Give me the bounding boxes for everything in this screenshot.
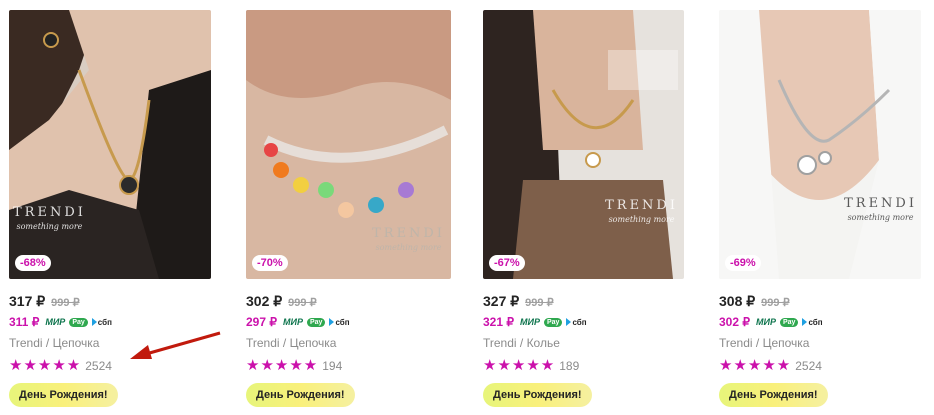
promo-badge[interactable]: День Рождения! xyxy=(719,383,828,407)
discount-badge: -68% xyxy=(15,255,51,271)
product-image xyxy=(719,10,921,279)
brand-watermark: TRENDI something more xyxy=(13,205,86,231)
product-image xyxy=(9,10,211,279)
product-card[interactable]: TRENDI something more -69% 308 ₽ 999 ₽ 3… xyxy=(719,10,921,407)
discount-badge: -69% xyxy=(725,255,761,271)
sbp-logo-icon: сбп xyxy=(91,318,112,327)
pay-logo-icon: Pay xyxy=(69,317,88,327)
wallet-price: 311 ₽ xyxy=(9,315,40,329)
sbp-logo-icon: сбп xyxy=(802,318,823,327)
review-count: 189 xyxy=(559,359,580,373)
star-rating-icon: ★★★★★ xyxy=(246,357,319,374)
price-row: 317 ₽ 999 ₽ xyxy=(9,293,211,309)
price: 302 ₽ xyxy=(246,293,283,309)
product-photo[interactable]: TRENDI something more -67% xyxy=(483,10,684,279)
price-row: 327 ₽ 999 ₽ xyxy=(483,293,684,309)
product-card[interactable]: TRENDI something more -70% 302 ₽ 999 ₽ 2… xyxy=(246,10,451,407)
old-price: 999 ₽ xyxy=(525,297,554,309)
mir-logo-icon: МИР xyxy=(45,317,66,327)
mir-logo-icon: МИР xyxy=(520,317,540,327)
product-card[interactable]: TRENDI something more -67% 327 ₽ 999 ₽ 3… xyxy=(483,10,684,407)
price-row: 302 ₽ 999 ₽ xyxy=(246,293,451,309)
review-count: 2524 xyxy=(85,359,112,373)
star-rating-icon: ★★★★★ xyxy=(483,357,556,374)
star-rating-icon: ★★★★★ xyxy=(9,357,82,374)
old-price: 999 ₽ xyxy=(288,297,317,309)
mir-logo-icon: МИР xyxy=(756,317,776,327)
old-price: 999 ₽ xyxy=(51,297,80,309)
product-title[interactable]: Trendi / Колье xyxy=(483,336,684,350)
pay-logo-icon: Pay xyxy=(543,317,563,327)
brand-watermark: TRENDI something more xyxy=(844,196,917,222)
product-grid: TRENDI something more -68% 317 ₽ 999 ₽ 3… xyxy=(0,0,934,415)
wallet-price-row: 297 ₽ МИР Pay сбп xyxy=(246,315,451,329)
wallet-price: 302 ₽ xyxy=(719,315,750,329)
wallet-price: 321 ₽ xyxy=(483,315,514,329)
price: 317 ₽ xyxy=(9,293,46,309)
wallet-price-row: 311 ₽ МИР Pay сбп xyxy=(9,315,211,329)
old-price: 999 ₽ xyxy=(761,297,790,309)
product-image xyxy=(483,10,684,279)
discount-badge: -70% xyxy=(252,255,288,271)
price-row: 308 ₽ 999 ₽ xyxy=(719,293,921,309)
review-count: 2524 xyxy=(795,359,822,373)
product-photo[interactable]: TRENDI something more -70% xyxy=(246,10,451,279)
review-count: 194 xyxy=(322,359,343,373)
star-rating-icon: ★★★★★ xyxy=(719,357,792,374)
product-photo[interactable]: TRENDI something more -68% xyxy=(9,10,211,279)
pay-logo-icon: Pay xyxy=(306,317,326,327)
brand-watermark: TRENDI something more xyxy=(372,226,445,252)
wallet-price-row: 321 ₽ МИР Pay сбп xyxy=(483,315,684,329)
promo-badge[interactable]: День Рождения! xyxy=(483,383,592,407)
product-title[interactable]: Trendi / Цепочка xyxy=(719,336,921,350)
rating: ★★★★★ 2524 xyxy=(719,358,921,374)
product-title[interactable]: Trendi / Цепочка xyxy=(246,336,451,350)
rating: ★★★★★ 189 xyxy=(483,358,684,374)
discount-badge: -67% xyxy=(489,255,525,271)
sbp-logo-icon: сбп xyxy=(329,318,350,327)
promo-badge[interactable]: День Рождения! xyxy=(9,383,118,407)
mir-logo-icon: МИР xyxy=(283,317,303,327)
price: 308 ₽ xyxy=(719,293,756,309)
red-arrow-annotation-icon xyxy=(130,331,221,359)
price: 327 ₽ xyxy=(483,293,520,309)
wallet-price-row: 302 ₽ МИР Pay сбп xyxy=(719,315,921,329)
sbp-logo-icon: сбп xyxy=(566,318,587,327)
pay-logo-icon: Pay xyxy=(779,317,799,327)
brand-watermark: TRENDI something more xyxy=(605,198,678,224)
product-photo[interactable]: TRENDI something more -69% xyxy=(719,10,921,279)
promo-badge[interactable]: День Рождения! xyxy=(246,383,355,407)
wallet-price: 297 ₽ xyxy=(246,315,277,329)
rating: ★★★★★ 194 xyxy=(246,358,451,374)
